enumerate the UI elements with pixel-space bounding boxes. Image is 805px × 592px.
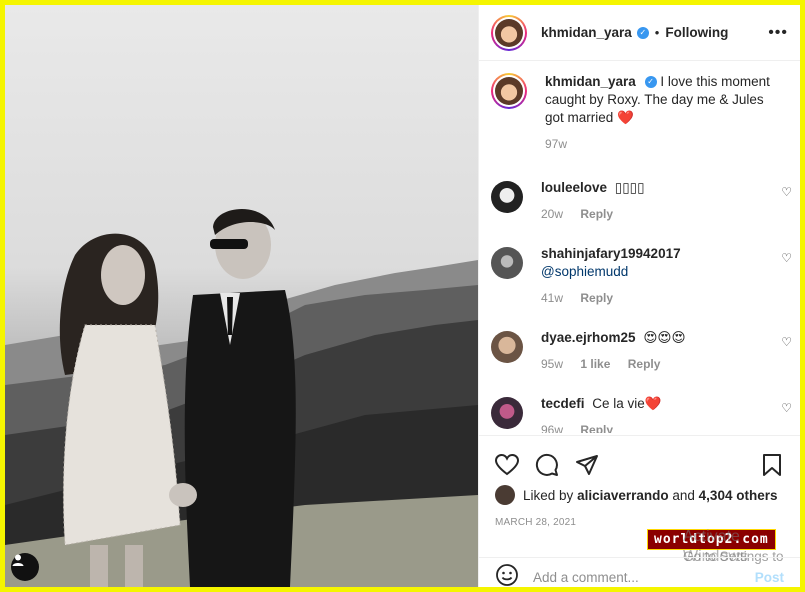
heart-emoji-icon: ❤️ — [644, 396, 662, 411]
emoji-smiley-icon[interactable] — [495, 563, 519, 587]
comment-age: 95w — [541, 357, 564, 371]
post-photo[interactable] — [5, 5, 478, 587]
post-side-panel: khmidan_yara ✓ • Following ••• khmidan_y… — [478, 5, 800, 587]
comment-text: 😍😍😍 — [643, 330, 686, 345]
commenter-avatar[interactable] — [491, 331, 523, 363]
post-header: khmidan_yara ✓ • Following ••• — [479, 5, 800, 61]
save-bookmark-icon[interactable] — [752, 453, 792, 477]
comment-text: Ce la vie — [592, 396, 645, 411]
caption-username[interactable]: khmidan_yara — [545, 74, 636, 89]
like-comment-heart-icon[interactable]: ♡ — [781, 251, 792, 265]
reply-button[interactable]: Reply — [580, 423, 613, 433]
like-heart-icon[interactable] — [487, 453, 527, 476]
like-comment-heart-icon[interactable]: ♡ — [781, 335, 792, 349]
comment-age: 96w — [541, 423, 564, 433]
wedding-photo-illustration — [5, 208, 478, 587]
likes-summary[interactable]: Liked by aliciaverrando and 4,304 others — [495, 485, 777, 505]
comment-text: ▯▯▯▯ — [614, 180, 645, 195]
comment-item: shahinjafary19942017 @sophiemudd 41w Rep… — [491, 245, 792, 307]
comment-meta: 95w 1 like Reply — [541, 355, 781, 373]
comment-meta: 20w Reply — [541, 205, 781, 223]
tagged-users-button[interactable] — [11, 553, 39, 581]
reply-button[interactable]: Reply — [580, 291, 613, 305]
commenter-avatar[interactable] — [491, 397, 523, 429]
comment-username[interactable]: tecdefi — [541, 396, 585, 411]
reply-button[interactable]: Reply — [580, 207, 613, 221]
caption-meta: 97w — [545, 135, 785, 153]
comment-age: 20w — [541, 207, 564, 221]
post-comment-button[interactable]: Post — [755, 570, 784, 585]
verified-badge-icon: ✓ — [636, 26, 649, 39]
author-avatar[interactable] — [491, 14, 527, 51]
likes-count[interactable]: 4,304 others — [699, 488, 778, 503]
comment-meta: 96w Reply — [541, 421, 781, 433]
comment-age: 41w — [541, 291, 564, 305]
following-button[interactable]: Following — [665, 25, 728, 40]
add-comment-input[interactable]: Add a comment... — [533, 570, 639, 585]
verified-badge-icon: ✓ — [644, 76, 657, 89]
more-options-icon[interactable]: ••• — [768, 24, 788, 42]
comment-username[interactable]: shahinjafary19942017 — [541, 246, 681, 261]
caption-age: 97w — [545, 137, 568, 151]
liker-username[interactable]: aliciaverrando — [577, 488, 669, 503]
likes-and: and — [672, 487, 695, 503]
comment-meta: 41w Reply — [541, 289, 781, 307]
like-comment-heart-icon[interactable]: ♡ — [781, 401, 792, 415]
add-comment-bar: Add a comment... Post — [479, 557, 800, 587]
commenter-avatar[interactable] — [491, 247, 523, 279]
post-window: khmidan_yara ✓ • Following ••• khmidan_y… — [5, 5, 800, 587]
comments-list[interactable]: khmidan_yara ✓ I love this moment caught… — [479, 61, 800, 433]
comment-like-count[interactable]: 1 like — [580, 357, 610, 371]
comment-item: louleelove ▯▯▯▯ 20w Reply ♡ — [491, 179, 792, 223]
heart-emoji-icon: ❤️ — [617, 110, 634, 125]
post-date[interactable]: MARCH 28, 2021 — [495, 517, 576, 528]
comment-username[interactable]: louleelove — [541, 180, 607, 195]
comment-bubble-icon[interactable] — [527, 453, 567, 477]
author-username[interactable]: khmidan_yara — [541, 25, 632, 40]
commenter-avatar[interactable] — [491, 181, 523, 213]
comment-username[interactable]: dyae.ejrhom25 — [541, 330, 636, 345]
liker-avatar[interactable] — [495, 485, 515, 505]
caption-author-avatar[interactable] — [491, 73, 527, 109]
like-comment-heart-icon[interactable]: ♡ — [781, 185, 792, 199]
person-icon — [12, 554, 24, 566]
reply-button[interactable]: Reply — [628, 357, 661, 371]
comment-item: tecdefi Ce la vie❤️ 96w Reply ♡ — [491, 395, 792, 433]
separator-dot: • — [654, 25, 660, 40]
comment-item: dyae.ejrhom25 😍😍😍 95w 1 like Reply ♡ — [491, 329, 792, 373]
likes-prefix: Liked by — [523, 487, 574, 503]
comment-mention-link[interactable]: @sophiemudd — [541, 264, 628, 279]
caption: khmidan_yara ✓ I love this moment caught… — [491, 73, 788, 153]
share-paper-plane-icon[interactable] — [567, 453, 607, 477]
